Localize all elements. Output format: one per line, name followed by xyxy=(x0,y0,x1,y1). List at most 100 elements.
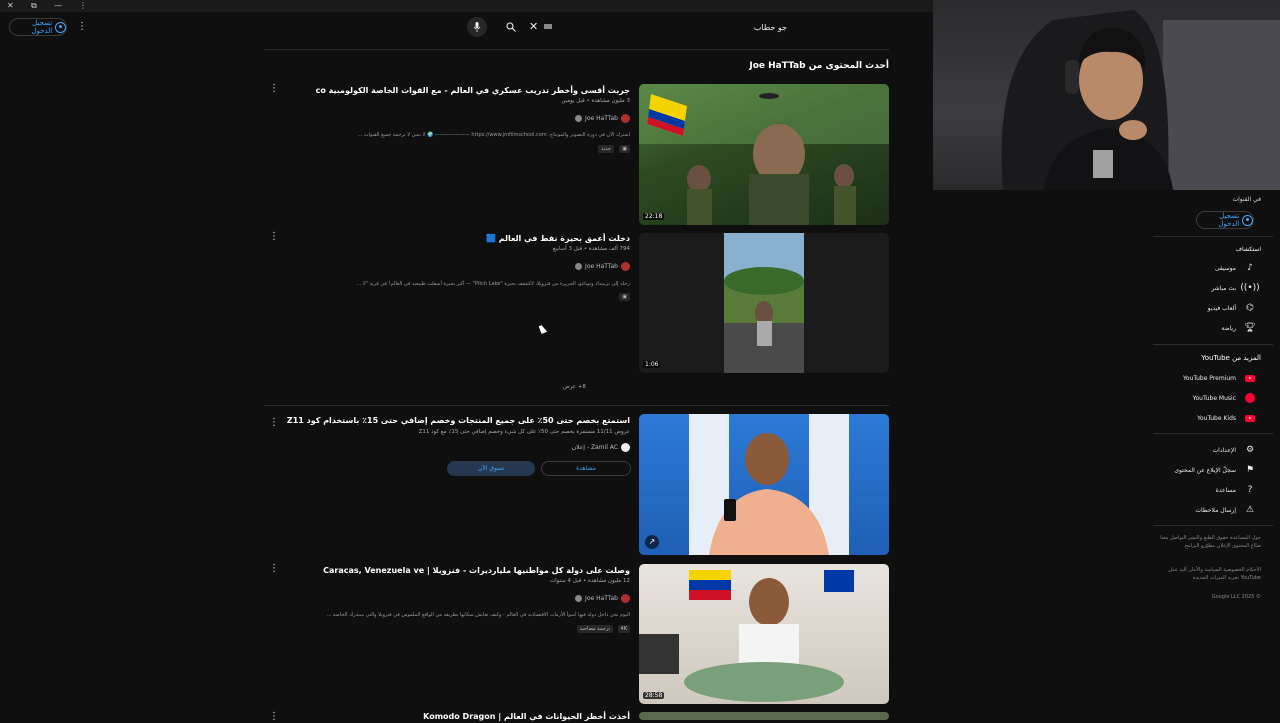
video-menu-icon[interactable]: ⋮ xyxy=(268,563,280,575)
video-duration: 28:58 xyxy=(643,692,665,699)
sidebar-item-youtube-music[interactable]: YouTube Music xyxy=(1193,392,1256,404)
thumbnail-art xyxy=(639,84,889,225)
minimize-window-icon[interactable]: — xyxy=(54,0,62,12)
sidebar-item-live[interactable]: ((•)) بث مباشر xyxy=(1211,282,1260,294)
sidebar-item-label: موسيقى xyxy=(1214,264,1236,272)
restore-window-icon[interactable]: ⧉ xyxy=(31,0,37,12)
youtube-premium-icon xyxy=(1244,372,1256,384)
new-badge: جديد xyxy=(598,145,614,153)
search-input[interactable]: ✕ جو حطاب xyxy=(527,16,797,38)
live-icon: ((•)) xyxy=(1240,283,1260,293)
video-description: اليوم نحن داخل دولة فيها أسوأ الأزمات ال… xyxy=(326,612,630,618)
sign-in-button[interactable]: تسجيل الدخول xyxy=(9,18,67,36)
sidebar-item-settings[interactable]: ⚙ الإعدادات xyxy=(1213,444,1256,456)
feedback-icon: ⚠ xyxy=(1245,505,1255,515)
video-thumbnail[interactable]: 22:18 xyxy=(639,84,889,225)
verified-icon xyxy=(575,595,583,602)
microphone-icon[interactable] xyxy=(467,17,487,37)
cc-badge-icon: ▣ xyxy=(619,145,630,153)
advertiser-name: Zamil AC - إعلان xyxy=(571,444,618,451)
sidebar-item-label: سجلّ الإبلاغ عن المحتوى xyxy=(1174,466,1236,474)
video-thumbnail[interactable]: 1:06 xyxy=(639,233,889,373)
sidebar-item-label: مساعدة xyxy=(1215,486,1236,494)
video-menu-icon[interactable]: ⋮ xyxy=(268,83,280,95)
search-icon[interactable] xyxy=(501,17,521,37)
shelf-title: أحدث المحتوى من Joe HaTTab xyxy=(749,61,889,71)
ad-title[interactable]: استمتع بخصم حتى 50٪ على جميع المنتجات وخ… xyxy=(287,416,630,425)
youtube-kids-icon xyxy=(1244,412,1256,424)
sidebar-item-help[interactable]: ? مساعدة xyxy=(1216,484,1256,496)
channel-name: Joe HaTTab xyxy=(585,263,618,270)
sign-in-label: تسجيل الدخول xyxy=(31,19,53,35)
footer-links[interactable]: حول المساعدة حقوق الطبع والنشر التواصل م… xyxy=(1151,534,1261,550)
keyboard-icon xyxy=(544,24,552,29)
sidebar-item-label: إرسال ملاحظات xyxy=(1195,506,1236,514)
channel-name: Joe HaTTab xyxy=(585,595,618,602)
sidebar-item-label: YouTube Music xyxy=(1192,394,1236,402)
channel-avatar xyxy=(621,262,630,271)
sidebar-item-feedback[interactable]: ⚠ إرسال ملاحظات xyxy=(1195,504,1256,516)
verified-icon xyxy=(575,115,583,122)
thumbnail-art xyxy=(639,570,854,702)
video-menu-icon[interactable]: ⋮ xyxy=(268,711,280,723)
4k-badge: 4K xyxy=(617,625,630,633)
sidebar-sign-in-button[interactable]: تسجيل الدخول xyxy=(1196,211,1254,229)
window-menu-icon[interactable]: ⋮ xyxy=(79,0,87,12)
watch-button[interactable]: مشاهدة xyxy=(541,461,631,476)
sidebar-item-sports[interactable]: 🏆︎ رياضة xyxy=(1221,322,1256,334)
divider xyxy=(264,49,889,50)
ad-menu-icon[interactable]: ⋮ xyxy=(268,417,280,429)
verified-icon xyxy=(575,263,583,270)
external-link-icon[interactable]: ↗ xyxy=(645,535,659,549)
video-title[interactable]: دخلت أعمق بحيرة نفط في العالم 🟦 xyxy=(486,234,630,243)
show-more-link[interactable]: 8+ عرض xyxy=(563,384,586,390)
footer-policy-links[interactable]: الأحكام الخصوصية السياسة والأمان آلية عم… xyxy=(1151,566,1261,582)
channel-avatar xyxy=(621,114,630,123)
channel-name: Joe HaTTab xyxy=(585,115,618,122)
gear-icon: ⚙ xyxy=(1245,445,1255,455)
flag-icon: ⚑ xyxy=(1245,465,1255,475)
video-menu-icon[interactable]: ⋮ xyxy=(268,231,280,243)
sidebar-item-label: الإعدادات xyxy=(1212,446,1236,454)
channel-link[interactable]: Joe HaTTab xyxy=(575,114,630,123)
cc-badge-icon: ▣ xyxy=(619,293,630,301)
youtube-music-icon xyxy=(1244,392,1256,404)
sidebar-item-label: YouTube Kids xyxy=(1197,414,1236,422)
mouse-cursor xyxy=(538,324,548,334)
sidebar-item-gaming[interactable]: ⌬ ألعاب فيديو xyxy=(1208,302,1256,314)
video-description: اشترك الآن في دورة التصوير والمونتاج: ht… xyxy=(357,132,630,138)
sidebar-item-report-history[interactable]: ⚑ سجلّ الإبلاغ عن المحتوى xyxy=(1174,464,1256,476)
search-query: جو حطاب xyxy=(753,22,787,32)
sidebar-item-youtube-kids[interactable]: YouTube Kids xyxy=(1197,412,1256,424)
account-icon xyxy=(1242,214,1253,226)
sidebar-item-music[interactable]: ♪ موسيقى xyxy=(1215,262,1256,274)
video-thumbnail[interactable]: 28:58 xyxy=(639,564,889,704)
sidebar-item-label: رياضة xyxy=(1221,324,1236,332)
sidebar-item-label: YouTube Premium xyxy=(1182,374,1236,382)
webcam-overlay xyxy=(933,0,1280,190)
subtitles-badge: ترجمة مصاحبة xyxy=(576,625,613,633)
video-title[interactable]: وصلت على دولة كل مواطنيها مليارديرات - ف… xyxy=(323,566,630,575)
video-title[interactable]: جربت أقسى وأخطر تدريب عسكري في العالم - … xyxy=(316,86,630,95)
clear-search-icon[interactable]: ✕ xyxy=(529,20,538,33)
video-meta: 12 مليون مشاهدة • قبل 4 سنوات xyxy=(549,578,630,584)
ad-advertiser[interactable]: Zamil AC - إعلان xyxy=(572,443,630,452)
channel-link[interactable]: Joe HaTTab xyxy=(575,262,630,271)
divider xyxy=(264,405,889,406)
copyright: © 2025 Google LLC xyxy=(1211,594,1261,600)
shop-now-button[interactable]: تسوق الآن xyxy=(447,461,535,476)
divider xyxy=(1153,344,1273,345)
close-window-icon[interactable]: ✕ xyxy=(7,0,14,12)
advertiser-avatar xyxy=(621,443,630,452)
video-duration: 1:06 xyxy=(643,361,661,368)
video-thumbnail[interactable] xyxy=(639,712,889,720)
ad-thumbnail[interactable]: ↗ xyxy=(639,414,889,555)
account-icon xyxy=(55,21,66,33)
sidebar-item-youtube-premium[interactable]: YouTube Premium xyxy=(1183,372,1256,384)
channel-link[interactable]: Joe HaTTab xyxy=(575,594,630,603)
ad-description: عروض 11/11 مستمرة بخصم حتى 50٪ على كل شي… xyxy=(418,429,630,435)
video-description: رحلة إلى ترينيداد وتوباغو، الجزيرة من فن… xyxy=(356,281,630,287)
channel-avatar xyxy=(621,594,630,603)
gaming-icon: ⌬ xyxy=(1246,303,1254,313)
settings-menu-icon[interactable]: ⋮ xyxy=(76,21,88,33)
